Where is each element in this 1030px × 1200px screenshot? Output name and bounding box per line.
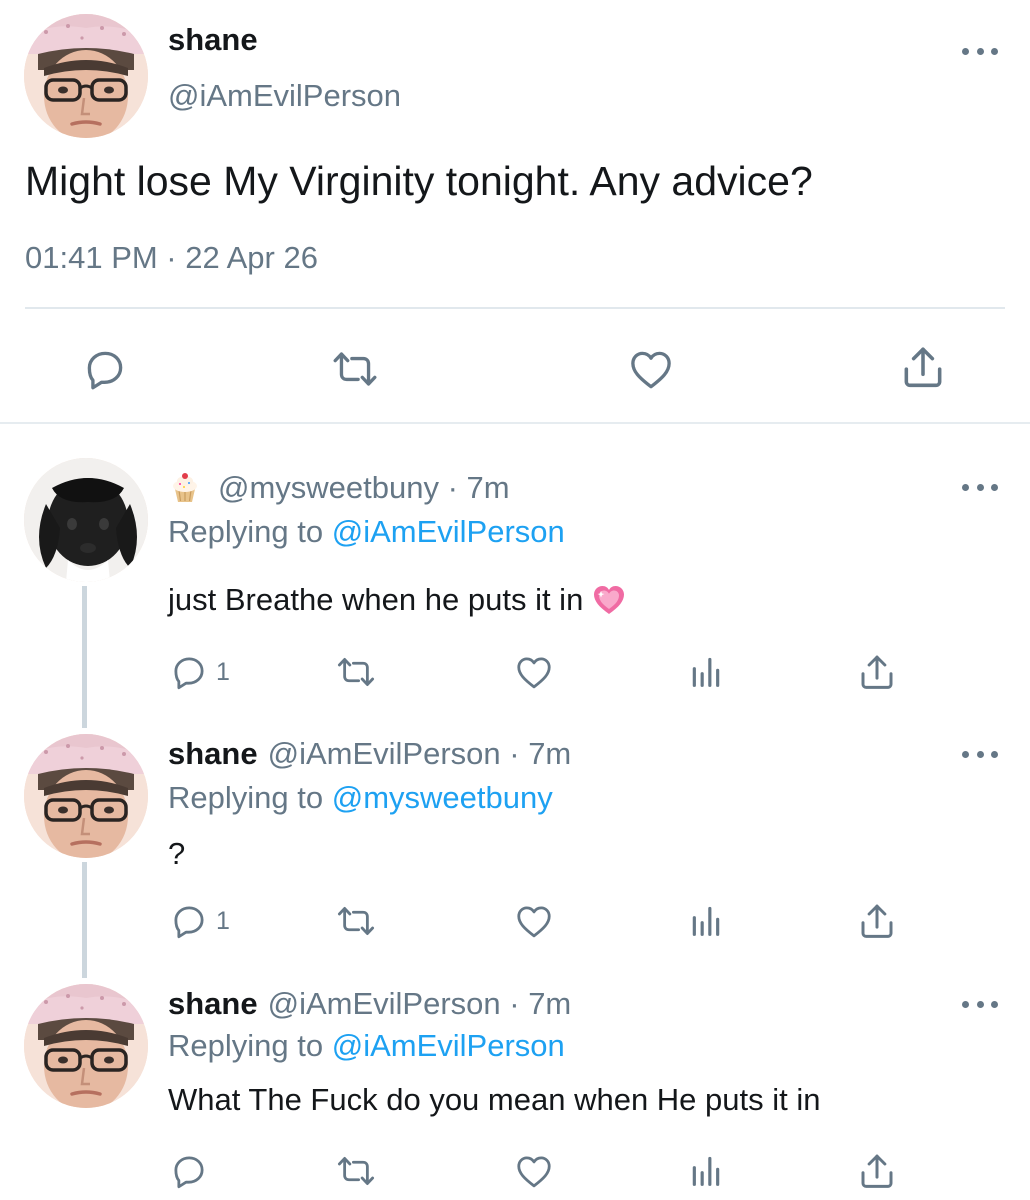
analytics-button[interactable] (686, 1151, 726, 1191)
reply-handle-meta[interactable]: @iAmEvilPerson · 7m (268, 986, 572, 1022)
reply-author-name[interactable]: shane (168, 986, 258, 1022)
divider (25, 307, 1005, 309)
more-options-icon[interactable] (962, 44, 998, 58)
reply-text: ? (168, 836, 185, 872)
analytics-icon (686, 1151, 726, 1191)
profile-photo-icon (24, 14, 148, 138)
reply-button[interactable] (168, 1150, 210, 1192)
retweet-icon (327, 344, 383, 394)
replying-to-line: Replying to @iAmEvilPerson (168, 514, 565, 550)
retweet-icon (332, 1150, 380, 1192)
reply-avatar[interactable] (24, 984, 148, 1108)
heart-icon (512, 1150, 556, 1192)
share-button[interactable] (856, 1150, 898, 1192)
reply-header: shane @iAmEvilPerson · 7m (168, 986, 571, 1022)
analytics-button[interactable] (686, 901, 726, 941)
reply-text: What The Fuck do you mean when He puts i… (168, 1082, 820, 1118)
replying-mention-link[interactable]: @iAmEvilPerson (332, 514, 565, 549)
section-divider (0, 422, 1030, 424)
analytics-icon (686, 652, 726, 692)
share-button[interactable] (856, 651, 898, 693)
cupcake-icon (173, 473, 197, 502)
retweet-button[interactable] (327, 344, 383, 394)
reply-author-name[interactable]: shane (168, 736, 258, 772)
heart-icon (625, 344, 677, 394)
reply-handle-meta[interactable]: @mysweetbuny · 7m (218, 470, 510, 506)
share-button[interactable] (856, 900, 898, 942)
reply-button[interactable]: 1 (168, 900, 230, 942)
author-avatar[interactable] (24, 14, 148, 138)
share-icon (856, 1150, 898, 1192)
bunny-photo-icon (24, 458, 148, 582)
profile-photo-icon (24, 984, 148, 1108)
reply-header: @mysweetbuny · 7m (168, 470, 510, 506)
replying-label: Replying to (168, 514, 324, 549)
more-options-icon[interactable] (962, 997, 998, 1011)
retweet-icon (332, 651, 380, 693)
reply-icon (80, 344, 130, 394)
thread-line (82, 862, 87, 978)
reply-avatar[interactable] (24, 734, 148, 858)
like-button[interactable] (512, 1150, 556, 1192)
retweet-button[interactable] (332, 1150, 380, 1192)
share-icon (856, 651, 898, 693)
sparkling-heart-icon (594, 586, 625, 614)
author-name[interactable]: shane (168, 22, 258, 58)
share-icon (856, 900, 898, 942)
replying-mention-link[interactable]: @iAmEvilPerson (332, 1028, 565, 1063)
like-button[interactable] (512, 651, 556, 693)
reply-icon (168, 1150, 210, 1192)
reply-handle-meta[interactable]: @iAmEvilPerson · 7m (268, 736, 572, 772)
reply-icon (168, 900, 210, 942)
reply-button[interactable] (80, 344, 130, 394)
replying-mention-link[interactable]: @mysweetbuny (332, 780, 553, 815)
reply-avatar[interactable] (24, 458, 148, 582)
retweet-button[interactable] (332, 900, 380, 942)
reply-count: 1 (216, 906, 230, 935)
reply-count: 1 (216, 657, 230, 686)
tweet-timestamp[interactable]: 01:41 PM · 22 Apr 26 (25, 240, 318, 276)
reply-body: just Breathe when he puts it in (168, 582, 584, 617)
heart-icon (512, 651, 556, 693)
reply-button[interactable]: 1 (168, 651, 230, 693)
analytics-icon (686, 901, 726, 941)
more-options-icon[interactable] (962, 747, 998, 761)
replying-label: Replying to (168, 1028, 324, 1063)
like-button[interactable] (625, 344, 677, 394)
retweet-icon (332, 900, 380, 942)
analytics-button[interactable] (686, 652, 726, 692)
replying-to-line: Replying to @mysweetbuny (168, 780, 553, 816)
retweet-button[interactable] (332, 651, 380, 693)
share-button[interactable] (898, 342, 948, 392)
tweet-text: Might lose My Virginity tonight. Any adv… (25, 158, 813, 204)
replying-to-line: Replying to @iAmEvilPerson (168, 1028, 565, 1064)
share-icon (898, 342, 948, 392)
author-handle[interactable]: @iAmEvilPerson (168, 78, 401, 114)
reply-text: just Breathe when he puts it in (168, 582, 627, 618)
heart-icon (512, 900, 556, 942)
reply-icon (168, 651, 210, 693)
profile-photo-icon (24, 734, 148, 858)
reply-body: ? (168, 836, 186, 871)
more-options-icon[interactable] (962, 480, 998, 494)
reply-body: What The Fuck do you mean when He puts i… (168, 1082, 821, 1117)
reply-header: shane @iAmEvilPerson · 7m (168, 736, 571, 772)
like-button[interactable] (512, 900, 556, 942)
replying-label: Replying to (168, 780, 324, 815)
thread-line (82, 586, 87, 728)
